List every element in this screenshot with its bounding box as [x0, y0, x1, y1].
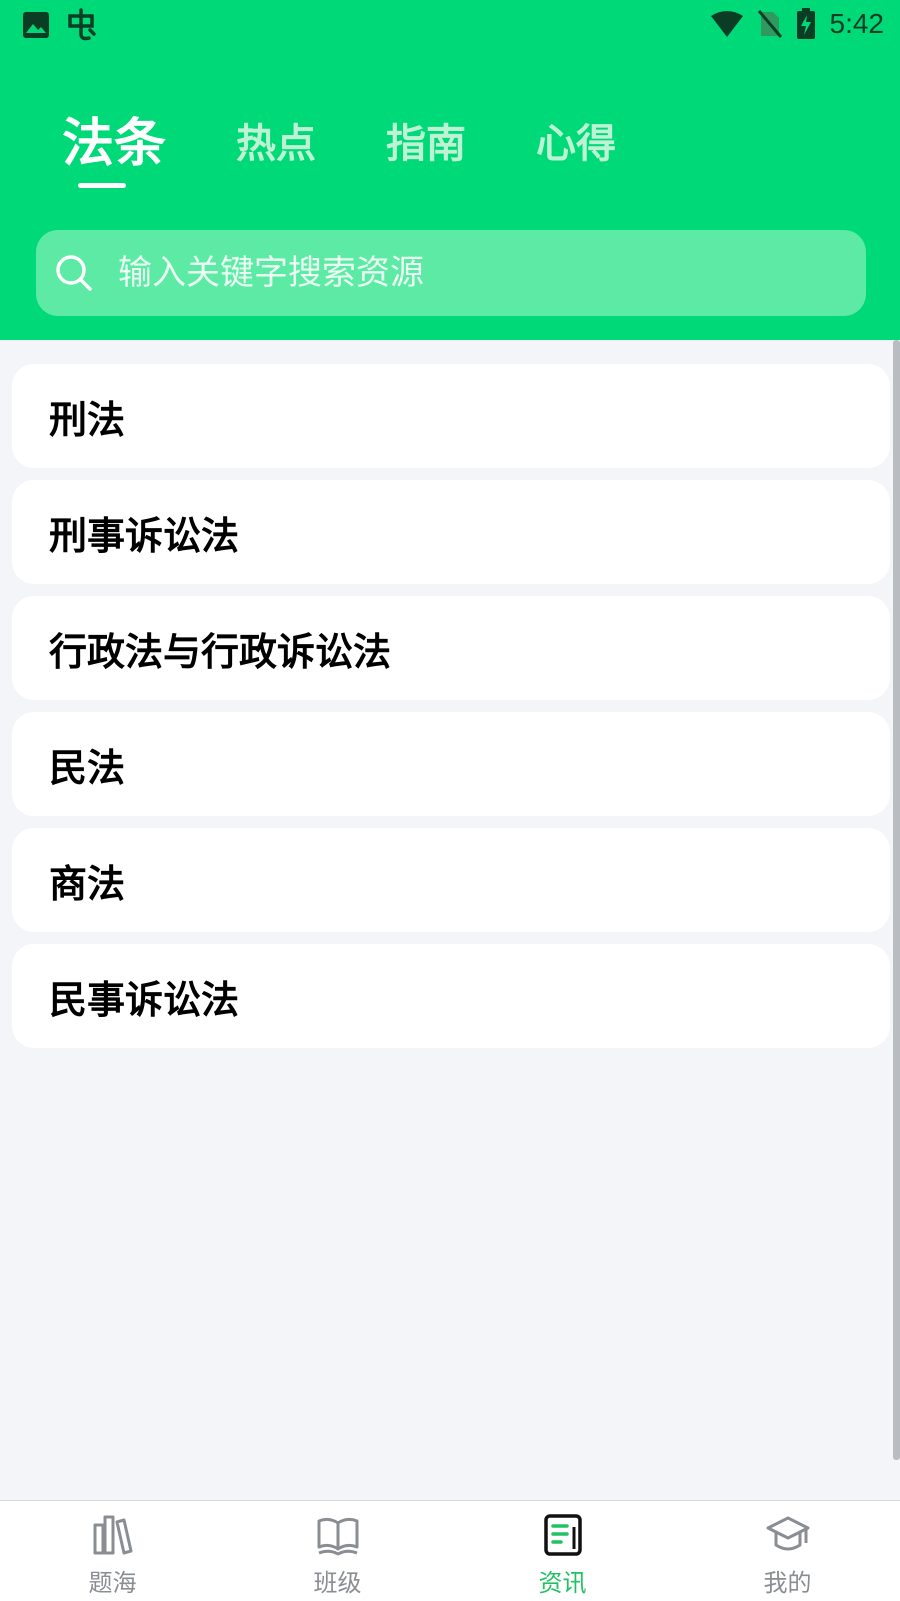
bottom-navigation: 题海 班级 资讯 我的 — [0, 1500, 900, 1601]
search-icon — [54, 253, 94, 293]
list-item-label: 刑事诉讼法 — [49, 513, 240, 558]
tab-bar: 法条 热点 指南 心得 — [62, 112, 686, 188]
tab-label: 心得 — [536, 121, 617, 167]
list-item-label: 民事诉讼法 — [49, 977, 240, 1022]
news-icon — [541, 1513, 585, 1561]
list-item-criminal-law[interactable]: 刑法 — [12, 364, 890, 468]
scrollbar[interactable] — [893, 340, 900, 1460]
bug-icon — [64, 8, 98, 42]
nav-label: 题海 — [88, 1569, 137, 1597]
nav-item-class[interactable]: 班级 — [225, 1501, 450, 1601]
list-item-label: 行政法与行政诉讼法 — [49, 629, 392, 674]
no-sim-icon — [757, 9, 782, 39]
header: 5:42 法条 热点 指南 心得 — [0, 0, 900, 340]
search-input[interactable] — [116, 252, 866, 294]
tab-insights[interactable]: 心得 — [536, 112, 616, 176]
list-item-civil-law[interactable]: 民法 — [12, 712, 890, 816]
list-item-label: 民法 — [49, 745, 126, 790]
nav-item-question-bank[interactable]: 题海 — [0, 1501, 225, 1601]
wifi-icon — [710, 10, 744, 38]
tab-guide[interactable]: 指南 — [386, 112, 466, 176]
image-icon — [22, 11, 50, 39]
nav-label: 资讯 — [538, 1569, 587, 1597]
list-item-label: 商法 — [49, 861, 126, 906]
tab-label: 热点 — [236, 121, 317, 167]
nav-item-profile[interactable]: 我的 — [675, 1501, 900, 1601]
list-item-civil-procedure-law[interactable]: 民事诉讼法 — [12, 944, 890, 1048]
graduation-cap-icon — [766, 1513, 810, 1561]
tab-label: 法条 — [62, 114, 167, 174]
tab-hot-topics[interactable]: 热点 — [236, 112, 316, 176]
search-bar[interactable] — [36, 230, 866, 316]
list-item-criminal-procedure-law[interactable]: 刑事诉讼法 — [12, 480, 890, 584]
battery-charging-icon — [796, 8, 816, 40]
status-bar: 5:42 — [0, 0, 900, 50]
clock-time: 5:42 — [829, 8, 885, 39]
nav-label: 我的 — [763, 1569, 812, 1597]
nav-label: 班级 — [313, 1569, 362, 1597]
nav-item-news[interactable]: 资讯 — [450, 1501, 675, 1601]
category-list: 刑法 刑事诉讼法 行政法与行政诉讼法 民法 商法 民事诉讼法 — [12, 364, 890, 1060]
active-tab-indicator — [78, 183, 126, 188]
tab-label: 指南 — [386, 121, 467, 167]
list-item-administrative-law[interactable]: 行政法与行政诉讼法 — [12, 596, 890, 700]
list-item-commercial-law[interactable]: 商法 — [12, 828, 890, 932]
tab-statutes[interactable]: 法条 — [62, 112, 167, 188]
books-icon — [91, 1513, 135, 1561]
open-book-icon — [316, 1513, 360, 1561]
list-item-label: 刑法 — [49, 397, 126, 442]
